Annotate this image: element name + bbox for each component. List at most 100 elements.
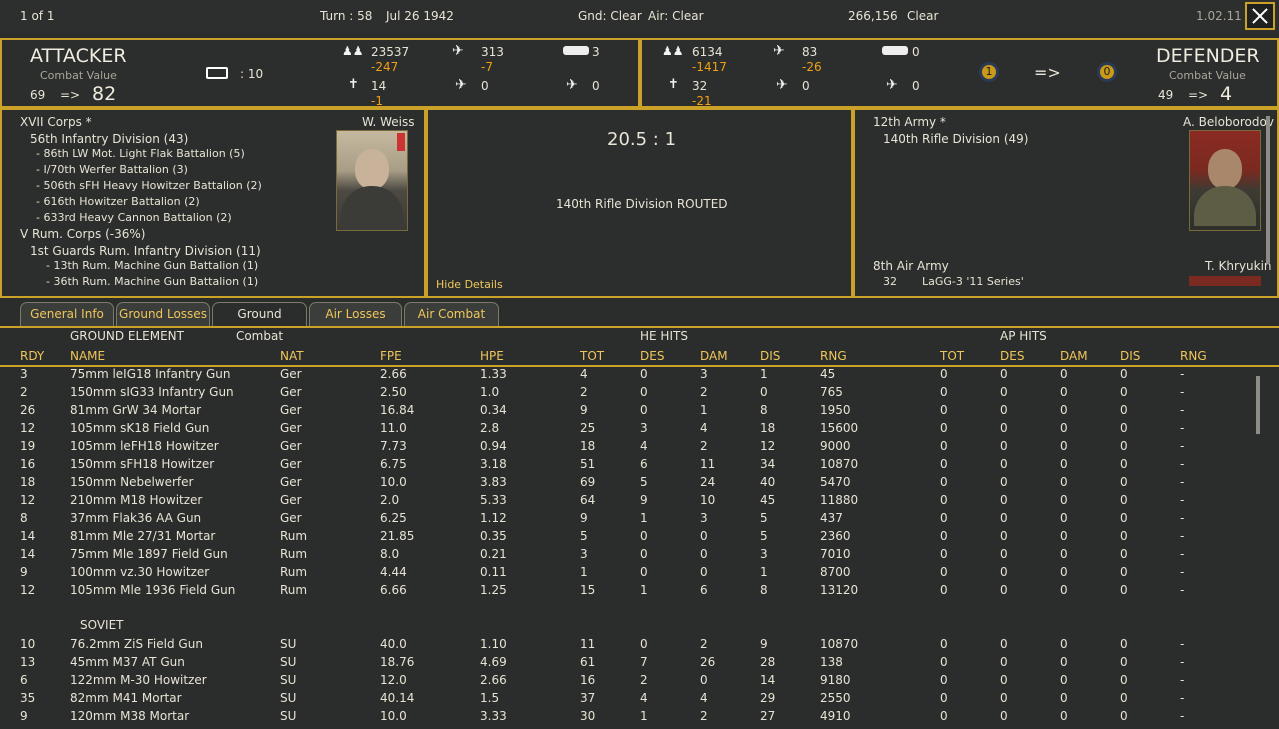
cell-ap-dam: 0 <box>1060 511 1068 525</box>
defender-commander-portrait[interactable] <box>1189 130 1261 231</box>
cell-he-dam: 6 <box>700 583 708 597</box>
cell-he-des: 0 <box>640 637 648 651</box>
table-row[interactable]: 10 76.2mm ZiS Field Gun SU 40.0 1.10 11 0 2 9 108… <box>0 637 1250 655</box>
cell-fpe: 7.73 <box>380 439 407 453</box>
hex-coordinates: 266,156 <box>848 9 898 23</box>
table-row[interactable]: 26 81mm GrW 34 Mortar Ger 16.84 0.34 9 0 1 8 1950… <box>0 403 1250 421</box>
cell-ap-dis: 0 <box>1120 637 1128 651</box>
cell-he-rng: 5470 <box>820 475 851 489</box>
attacker-commander-portrait[interactable] <box>336 130 408 231</box>
cell-he-tot: 18 <box>580 439 596 453</box>
table-row[interactable]: 6 122mm M-30 Howitzer SU 12.0 2.66 16 2 0 14 9180… <box>0 673 1250 691</box>
cell-hpe: 2.8 <box>480 421 500 435</box>
attacker-corps-2[interactable]: V Rum. Corps (-36%) <box>20 227 145 241</box>
cell-he-tot: 4 <box>580 367 588 381</box>
cell-ap-dis: 0 <box>1120 529 1128 543</box>
cell-fpe: 10.0 <box>380 475 407 489</box>
aircraft-icon: ✈ <box>452 43 464 59</box>
cell-he-rng: 9000 <box>820 439 851 453</box>
column-header-he-tot[interactable]: TOT <box>580 349 604 363</box>
table-row[interactable]: 14 81mm Mle 27/31 Mortar Rum 21.85 0.35 5 0 0 5 2… <box>0 529 1250 547</box>
table-row[interactable]: 14 75mm Mle 1897 Field Gun Rum 8.0 0.21 3 0 0 3 7… <box>0 547 1250 565</box>
cell-he-des: 0 <box>640 403 648 417</box>
tab-air-losses[interactable]: Air Losses <box>309 302 402 326</box>
table-row[interactable]: 8 37mm Flak36 AA Gun Ger 6.25 1.12 9 1 3 5 437 0 0 0… <box>0 511 1250 529</box>
tab-air-combat[interactable]: Air Combat <box>404 302 499 326</box>
cell-ap-rng: - <box>1180 709 1185 723</box>
table-row[interactable]: 12 105mm Mle 1936 Field Gun Rum 6.66 1.25 15 1… <box>0 583 1250 601</box>
table-row[interactable]: 2 150mm sIG33 Infantry Gun Ger 2.50 1.0 2 0 2 0 7… <box>0 385 1250 403</box>
attacker-division[interactable]: 56th Infantry Division (43) <box>30 132 188 146</box>
column-header-nat[interactable]: NAT <box>280 349 304 363</box>
column-header-hpe[interactable]: HPE <box>480 349 504 363</box>
column-header-ap-dam[interactable]: DAM <box>1060 349 1088 363</box>
cell-ap-rng: - <box>1180 673 1185 687</box>
table-row[interactable]: 9 100mm vz.30 Howitzer Rum 4.44 0.11 1 0 0 1 8700… <box>0 565 1250 583</box>
gun-icon: ✝ <box>348 77 359 92</box>
table-row[interactable]: 18 150mm Nebelwerfer Ger 10.0 3.83 69 5 24 40 547… <box>0 475 1250 493</box>
attacker-division-2[interactable]: 1st Guards Rum. Infantry Division (11) <box>30 244 261 258</box>
column-header-he-rng[interactable]: RNG <box>820 349 847 363</box>
cell-he-dam: 1 <box>700 403 708 417</box>
cell-he-tot: 2 <box>580 385 588 399</box>
attacker-commander: W. Weiss <box>362 115 415 129</box>
cell-nat: Ger <box>280 511 302 525</box>
column-header-rdy[interactable]: RDY <box>20 349 44 363</box>
cell-ap-des: 0 <box>1000 583 1008 597</box>
table-row[interactable]: 12 105mm sK18 Field Gun Ger 11.0 2.8 25 3 4 18 15… <box>0 421 1250 439</box>
defender-division[interactable]: 140th Rifle Division (49) <box>883 132 1028 146</box>
table-row[interactable]: 12 210mm M18 Howitzer Ger 2.0 5.33 64 9 10 45 118… <box>0 493 1250 511</box>
table-row[interactable]: 9 120mm M38 Mortar SU 10.0 3.33 30 1 2 27 4910 0 0 0… <box>0 709 1250 727</box>
cell-he-des: 4 <box>640 691 648 705</box>
cell-he-dam: 2 <box>700 709 708 723</box>
table-row[interactable]: 16 150mm sFH18 Howitzer Ger 6.75 3.18 51 6 11 34… <box>0 457 1250 475</box>
tab-ground-losses[interactable]: Ground Losses <box>116 302 210 326</box>
column-header-name[interactable]: NAME <box>70 349 105 363</box>
cell-hpe: 0.35 <box>480 529 507 543</box>
column-header-ap-des[interactable]: DES <box>1000 349 1024 363</box>
attacker-corps[interactable]: XVII Corps * <box>20 115 92 129</box>
cell-hpe: 3.33 <box>480 709 507 723</box>
cell-name: 150mm Nebelwerfer <box>70 475 194 489</box>
cell-nat: Ger <box>280 493 302 507</box>
cell-rdy: 3 <box>20 367 28 381</box>
cell-ap-tot: 0 <box>940 493 948 507</box>
cell-he-dis: 8 <box>760 403 768 417</box>
table-row[interactable]: 35 82mm M41 Mortar SU 40.14 1.5 37 4 4 29 2550 0 0 0… <box>0 691 1250 709</box>
cell-ap-tot: 0 <box>940 583 948 597</box>
tab-general-info[interactable]: General Info <box>20 302 114 326</box>
cell-hpe: 2.66 <box>480 673 507 687</box>
cell-name: 100mm vz.30 Howitzer <box>70 565 210 579</box>
defender-title: DEFENDER <box>1156 45 1260 67</box>
table-row[interactable]: 19 105mm leFH18 Howitzer Ger 7.73 0.94 18 4 2 12… <box>0 439 1250 457</box>
cell-he-dis: 45 <box>760 493 776 507</box>
table-row[interactable]: 13 45mm M37 AT Gun SU 18.76 4.69 61 7 26 28 138 0 0… <box>0 655 1250 673</box>
column-header-he-des[interactable]: DES <box>640 349 664 363</box>
defender-army[interactable]: 12th Army * <box>873 115 946 129</box>
close-button[interactable] <box>1245 2 1275 30</box>
defender-air-army[interactable]: 8th Air Army <box>873 259 949 273</box>
table-row[interactable]: 3 75mm leIG18 Infantry Gun Ger 2.66 1.33 4 0 3 1… <box>0 367 1250 385</box>
column-header-ap-tot[interactable]: TOT <box>940 349 964 363</box>
column-header-ap-dis[interactable]: DIS <box>1120 349 1140 363</box>
column-header-fpe[interactable]: FPE <box>380 349 402 363</box>
tab-ground-combat[interactable]: Ground Combat <box>212 302 307 343</box>
defender-guns: 32 <box>692 79 708 93</box>
units-scrollbar[interactable] <box>1266 116 1270 264</box>
cell-ap-dam: 0 <box>1060 673 1068 687</box>
cell-ap-dis: 0 <box>1120 709 1128 723</box>
hide-details-link[interactable]: Hide Details <box>436 278 503 291</box>
cell-he-rng: 10870 <box>820 457 859 471</box>
group-ap-hits: AP HITS <box>1000 329 1047 343</box>
cell-ap-des: 0 <box>1000 529 1008 543</box>
fort-icon <box>206 67 228 79</box>
column-header-he-dam[interactable]: DAM <box>700 349 728 363</box>
defender-planes: 83 <box>802 45 818 59</box>
column-header-ap-rng[interactable]: RNG <box>1180 349 1207 363</box>
air-commander-portrait[interactable] <box>1189 276 1261 286</box>
cell-he-rng: 11880 <box>820 493 859 507</box>
column-header-he-dis[interactable]: DIS <box>760 349 780 363</box>
table-scrollbar[interactable] <box>1256 376 1260 434</box>
cell-nat: SU <box>280 673 297 687</box>
air-weather: Air: Clear <box>648 9 704 23</box>
